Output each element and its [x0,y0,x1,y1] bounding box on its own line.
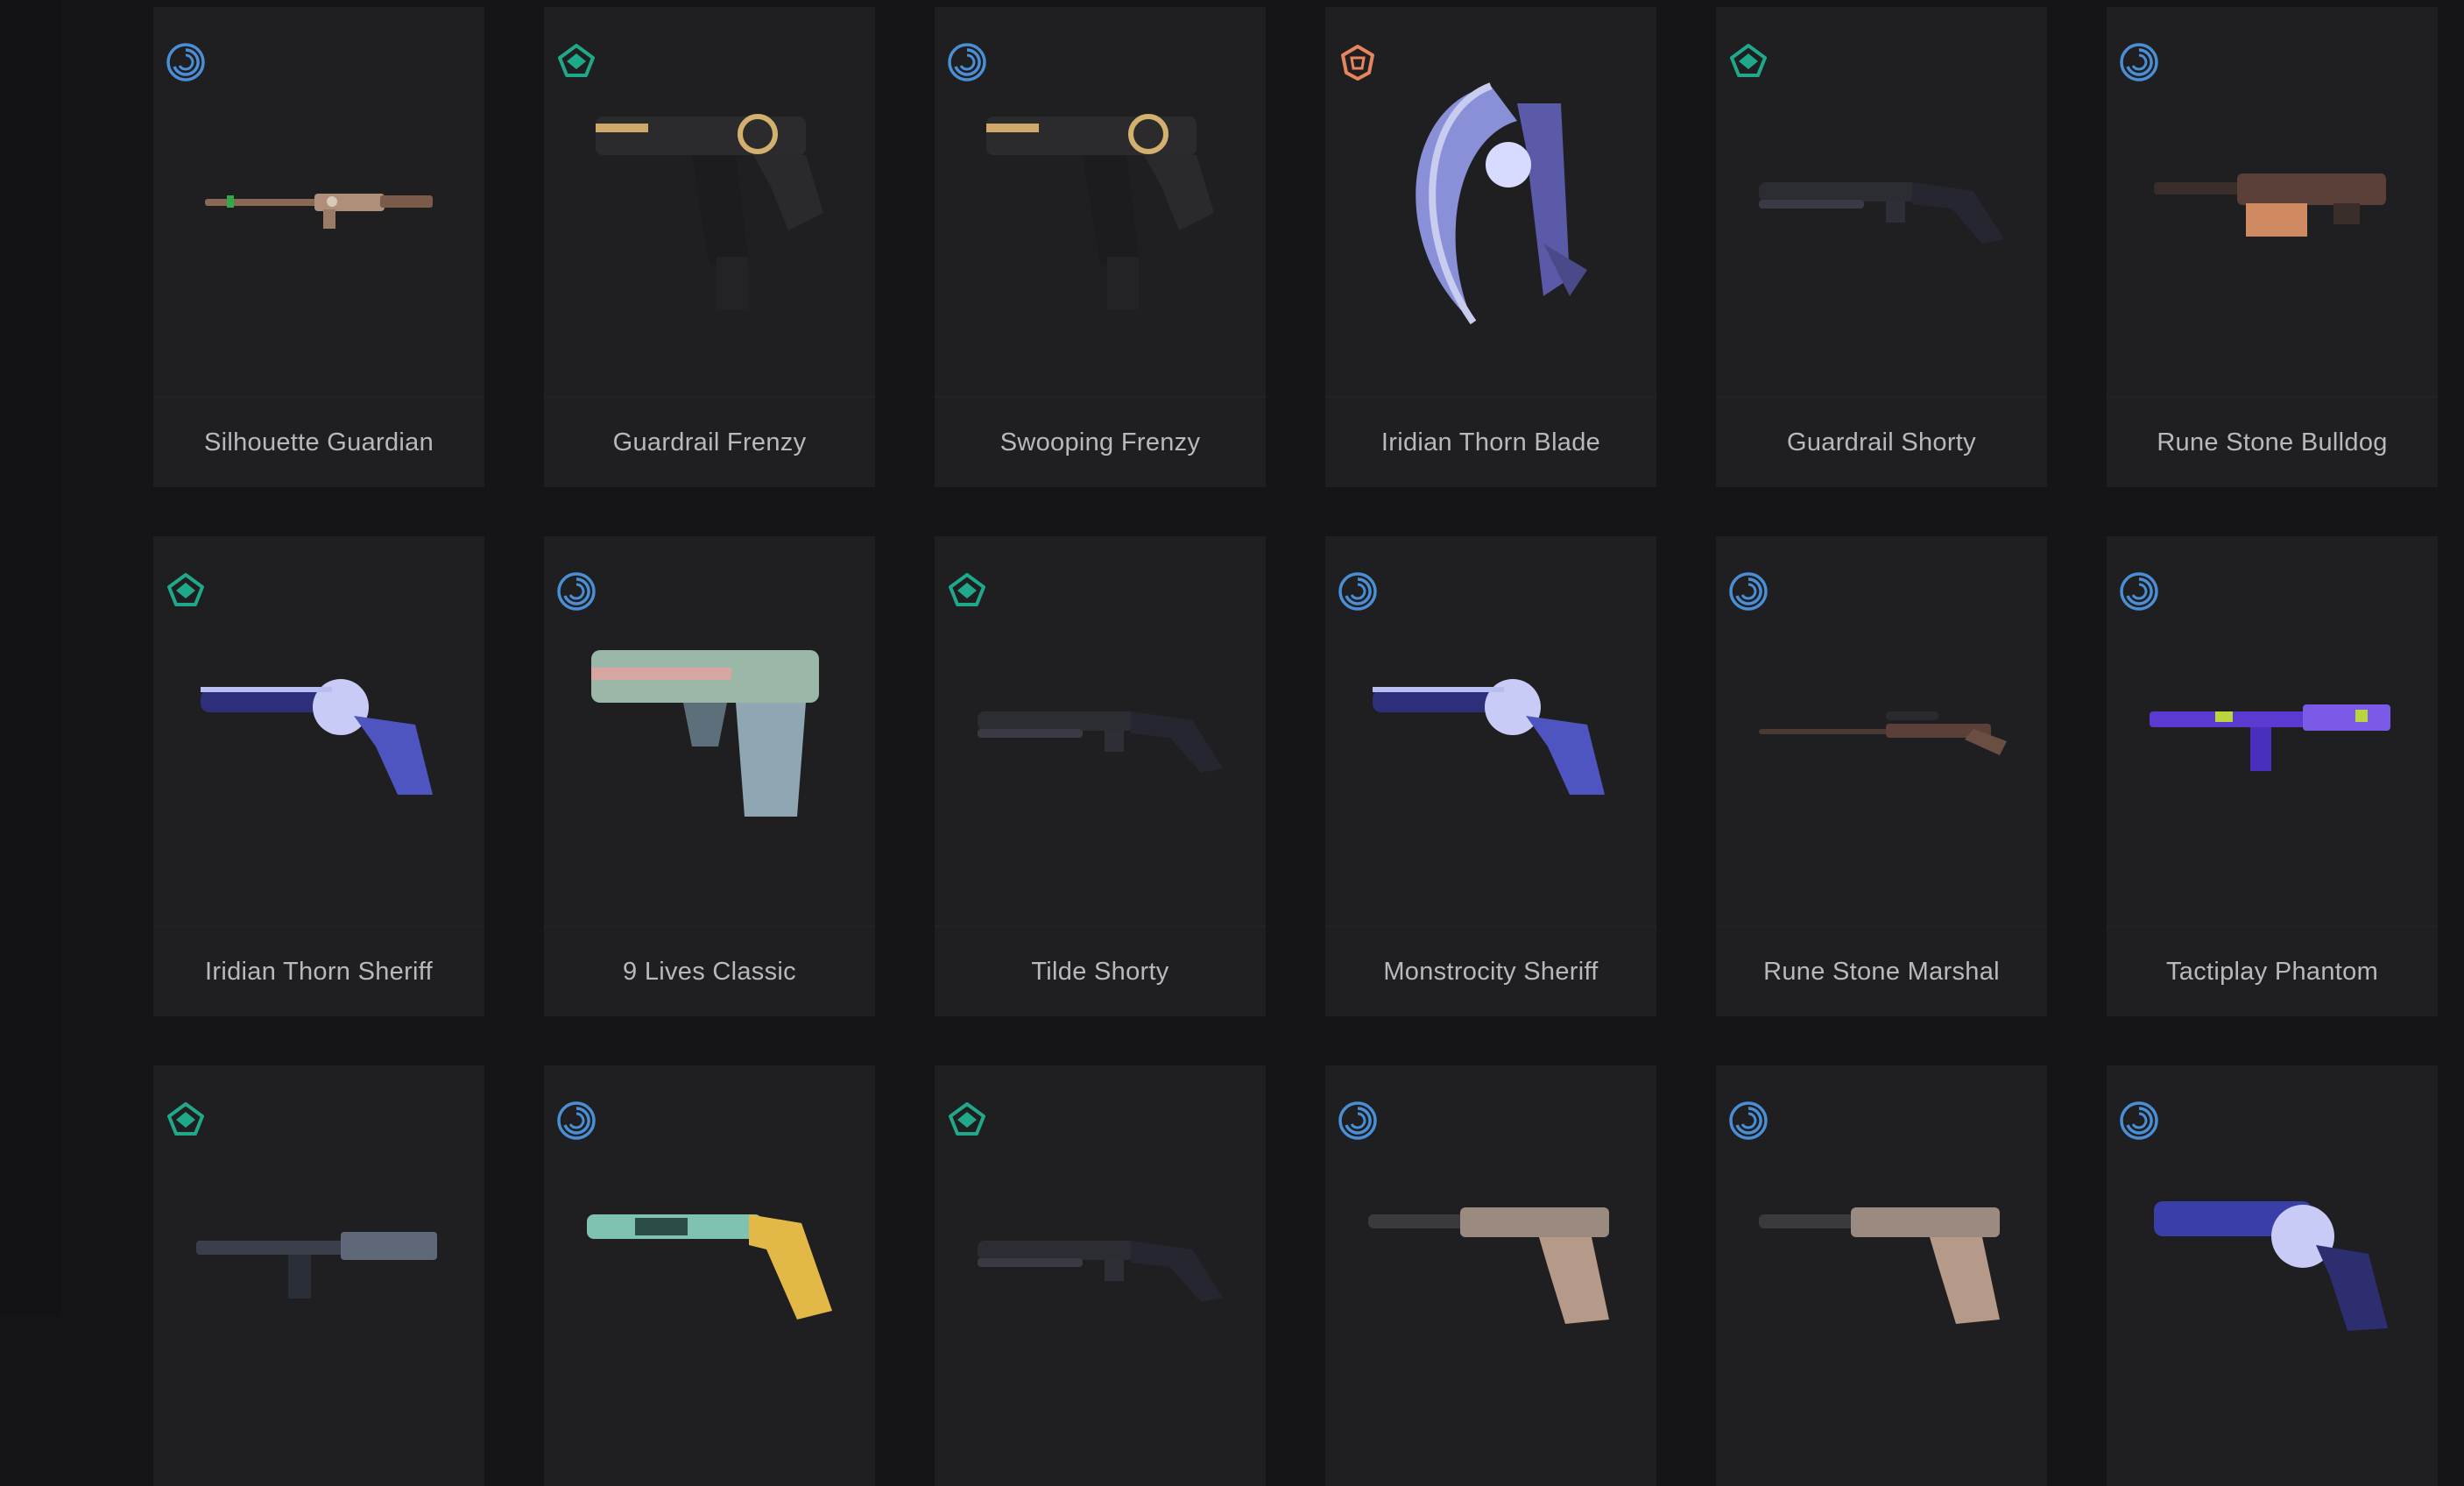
skin-name: Iridian Thorn Blade [1380,428,1601,456]
skin-name: Iridian Thorn Sheriff [205,957,433,986]
skin-name-bar: Guardrail Shorty [1716,396,2047,487]
skin-card[interactable]: Iridian Thorn Sheriff [153,536,484,1016]
skin-card[interactable] [2107,1065,2438,1486]
skin-name-bar: Guardrail Frenzy [544,396,875,487]
skin-card[interactable] [1325,1065,1656,1486]
skin-name-bar: Monstrocity Sheriff [1325,925,1656,1016]
skin-card[interactable]: Iridian Thorn Blade [1325,7,1656,487]
skin-card[interactable] [1716,1065,2047,1486]
skin-card[interactable] [153,1065,484,1486]
skin-card[interactable]: Guardrail Frenzy [544,7,875,487]
skin-name: Guardrail Frenzy [612,428,807,456]
skin-name: 9 Lives Classic [623,957,796,986]
melee-blade-icon [1325,68,1656,340]
marshal-sniper-icon [1716,598,2047,869]
rifle-icon [153,1127,484,1398]
skin-card[interactable]: Tilde Shorty [935,536,1266,1016]
skin-card[interactable] [935,1065,1266,1486]
skin-name: Silhouette Guardian [203,428,434,456]
skin-name: Tilde Shorty [1031,957,1169,986]
skin-name: Rune Stone Bulldog [2157,428,2388,456]
skin-name-bar: Iridian Thorn Sheriff [153,925,484,1016]
shorty-shotgun-icon [1716,68,2047,340]
skin-card[interactable]: Guardrail Shorty [1716,7,2047,487]
shorty-shotgun-icon [935,1127,1266,1398]
skin-card[interactable]: Rune Stone Bulldog [2107,7,2438,487]
shotgun-icon [544,1127,875,1398]
skin-name-bar: Swooping Frenzy [935,396,1266,487]
skin-name-bar: Silhouette Guardian [153,396,484,487]
skin-name: Rune Stone Marshal [1763,957,2000,986]
skin-name-bar: Tactiplay Phantom [2107,925,2438,1016]
skin-card[interactable]: Swooping Frenzy [935,7,1266,487]
skin-name: Monstrocity Sheriff [1383,957,1599,986]
sheriff-revolver-icon [1325,598,1656,869]
skin-name-bar: Tilde Shorty [935,925,1266,1016]
suppressed-pistol-icon [1716,1127,2047,1398]
skin-name-bar: 9 Lives Classic [544,925,875,1016]
skin-card[interactable]: Monstrocity Sheriff [1325,536,1656,1016]
skin-card[interactable]: Silhouette Guardian [153,7,484,487]
suppressed-pistol-icon [1325,1127,1656,1398]
skin-card[interactable]: Rune Stone Marshal [1716,536,2047,1016]
skin-name-bar: Iridian Thorn Blade [1325,396,1656,487]
bulldog-rifle-icon [2107,68,2438,340]
skin-name: Guardrail Shorty [1787,428,1976,456]
revolver-icon [2107,1127,2438,1398]
sheriff-revolver-icon [153,598,484,869]
classic-pistol-icon [544,598,875,869]
page-left-edge [0,0,61,1316]
frenzy-pistol-icon [544,68,875,340]
skin-name: Tactiplay Phantom [2165,957,2379,986]
skin-card[interactable] [544,1065,875,1486]
frenzy-pistol-icon [935,68,1266,340]
guardian-rifle-icon [153,68,484,340]
skin-card[interactable]: Tactiplay Phantom [2107,536,2438,1016]
skin-name-bar: Rune Stone Marshal [1716,925,2047,1016]
skin-name: Swooping Frenzy [999,428,1201,456]
skin-name-bar: Rune Stone Bulldog [2107,396,2438,487]
shorty-shotgun-icon [935,598,1266,869]
skin-grid: Silhouette Guardian Guardrail Frenzy Swo… [153,7,2438,1486]
skin-card[interactable]: 9 Lives Classic [544,536,875,1016]
phantom-rifle-icon [2107,598,2438,869]
